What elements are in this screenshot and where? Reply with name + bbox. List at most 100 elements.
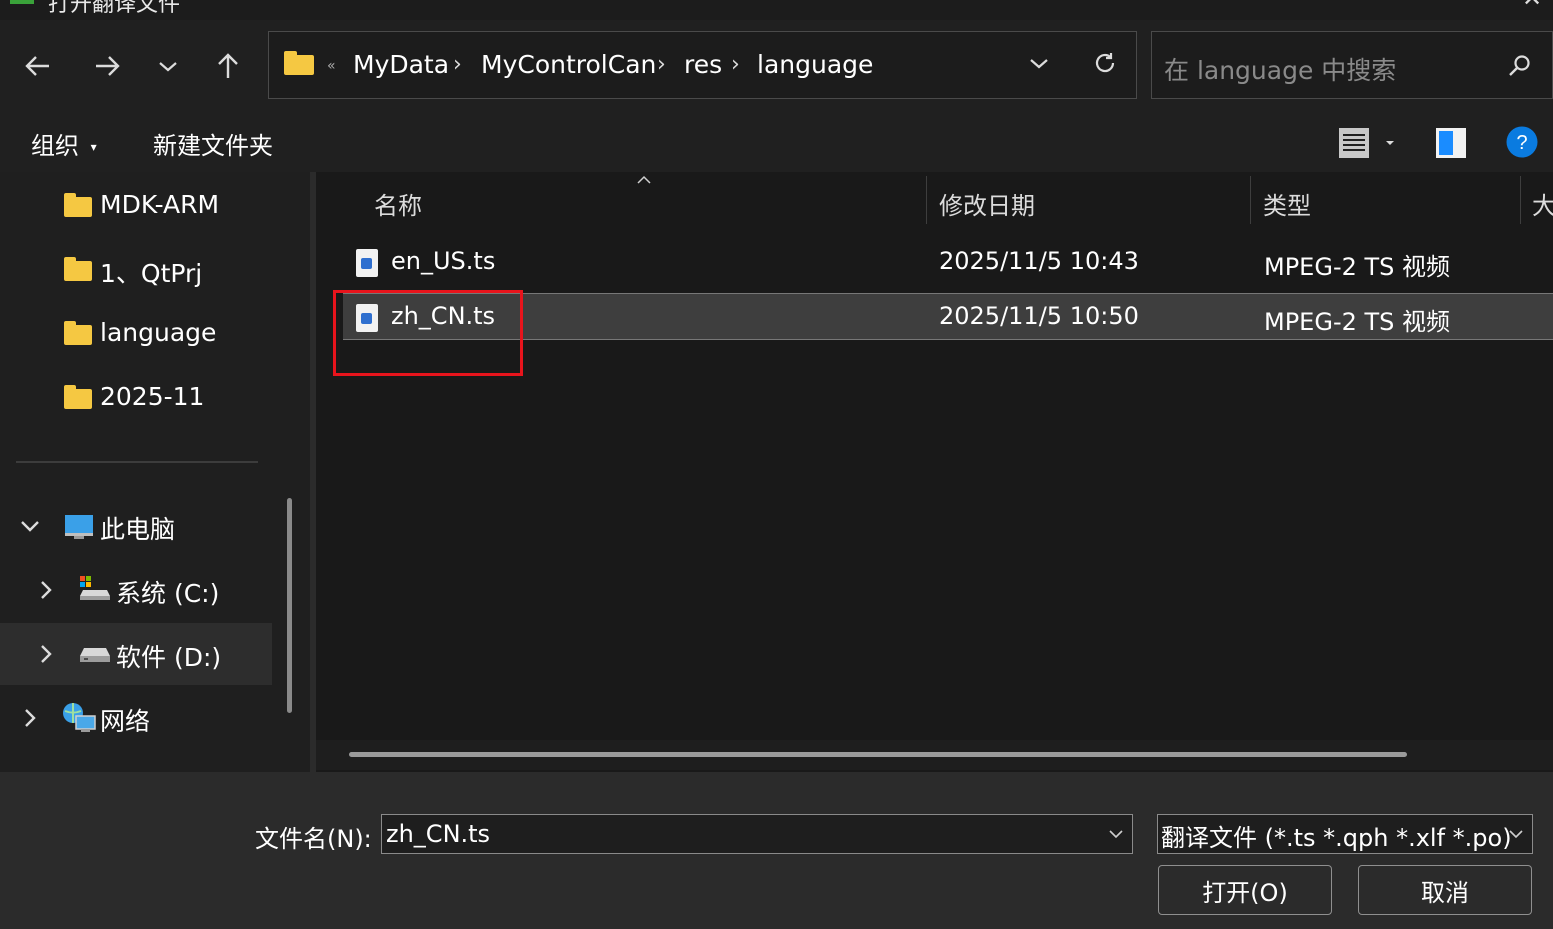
- sidebar-item-label: 1、QtPrj: [100, 259, 203, 288]
- new-folder-button[interactable]: 新建文件夹: [153, 126, 273, 161]
- refresh-icon: [1095, 53, 1115, 73]
- close-icon[interactable]: ✕: [1522, 0, 1542, 12]
- organize-label: 组织: [31, 132, 79, 160]
- ts-file-icon: [356, 249, 378, 277]
- breadcrumb-language[interactable]: language: [757, 50, 873, 79]
- column-header-type[interactable]: 类型: [1263, 186, 1311, 221]
- filename-label: 文件名(N):: [255, 825, 372, 853]
- breadcrumb-mydata[interactable]: MyData: [353, 50, 449, 79]
- forward-button[interactable]: [85, 44, 129, 88]
- drive-icon: [80, 648, 110, 662]
- file-type: MPEG-2 TS 视频: [1264, 308, 1451, 336]
- sidebar-scrollbar[interactable]: [287, 498, 292, 713]
- expand-this-pc-toggle[interactable]: [18, 514, 42, 542]
- sidebar-item-label: 此电脑: [100, 515, 176, 544]
- search-input[interactable]: 在 language 中搜索: [1164, 51, 1396, 87]
- preview-pane-icon: [1436, 128, 1466, 158]
- horizontal-scrollbar[interactable]: [349, 752, 1407, 757]
- folder-icon: [64, 321, 92, 345]
- sidebar-item-2025-11[interactable]: 2025-11: [64, 382, 274, 412]
- column-header-name[interactable]: 名称: [374, 186, 422, 221]
- expand-network-toggle[interactable]: [18, 706, 42, 734]
- arrow-up-icon: [218, 53, 238, 78]
- sidebar-item-label: 网络: [100, 707, 151, 736]
- expand-drive-c-toggle[interactable]: [34, 578, 58, 606]
- preview-pane-button[interactable]: [1435, 127, 1467, 163]
- sidebar-item-language[interactable]: language: [64, 318, 274, 348]
- help-icon: ?: [1506, 126, 1538, 158]
- highlight-annotation-box: [333, 290, 523, 376]
- file-type: MPEG-2 TS 视频: [1264, 253, 1451, 281]
- arrow-left-icon: [25, 56, 49, 76]
- sidebar-item-network[interactable]: 网络: [62, 702, 262, 736]
- breadcrumb-res[interactable]: res: [684, 50, 722, 79]
- folder-icon: [284, 55, 314, 75]
- search-icon[interactable]: [1507, 53, 1533, 83]
- sidebar-item-drive-d[interactable]: 软件 (D:): [80, 640, 270, 672]
- sidebar-item-label: 系统 (C:): [116, 579, 220, 608]
- breadcrumb-separator[interactable]: ›: [731, 52, 740, 77]
- sidebar-item-label: 2025-11: [100, 382, 205, 411]
- chevron-down-icon: [21, 521, 39, 532]
- file-name: en_US.ts: [391, 247, 496, 275]
- filter-dropdown-button[interactable]: [1506, 824, 1526, 848]
- filename-field[interactable]: [381, 814, 1133, 854]
- column-header-modified[interactable]: 修改日期: [939, 186, 1035, 221]
- arrow-right-icon: [96, 56, 120, 76]
- table-row-selected[interactable]: zh_CN.ts 2025/11/5 10:50 MPEG-2 TS 视频: [343, 293, 1553, 340]
- sidebar-item-label: language: [100, 318, 217, 347]
- folder-icon: [64, 193, 92, 217]
- sidebar-item-label: 软件 (D:): [116, 643, 222, 672]
- chevron-right-icon: [41, 645, 52, 663]
- chevron-right-icon: [41, 581, 52, 599]
- column-header-size[interactable]: 大: [1532, 186, 1553, 221]
- sidebar-item-this-pc[interactable]: 此电脑: [64, 512, 264, 544]
- sidebar-item-drive-c[interactable]: 系统 (C:): [80, 576, 270, 608]
- chevron-down-icon: [1509, 830, 1523, 839]
- table-row[interactable]: en_US.ts 2025/11/5 10:43 MPEG-2 TS 视频: [343, 240, 1553, 286]
- folder-icon-tab: [284, 51, 297, 57]
- column-divider[interactable]: [1250, 176, 1251, 224]
- network-icon: [63, 703, 96, 732]
- file-modified: 2025/11/5 10:50: [939, 302, 1139, 330]
- svg-text:?: ?: [1516, 132, 1527, 154]
- computer-icon: [65, 515, 93, 539]
- open-button[interactable]: 打开(O): [1158, 865, 1332, 915]
- chevron-right-icon: [25, 709, 36, 727]
- list-view-icon: [1339, 128, 1394, 158]
- recent-locations-button[interactable]: [146, 44, 190, 88]
- folder-icon: [64, 385, 92, 409]
- caret-down-icon: ▾: [90, 140, 97, 154]
- sort-ascending-icon: [636, 170, 652, 189]
- file-type-filter-value[interactable]: 翻译文件 (*.ts *.qph *.xlf *.po): [1161, 818, 1512, 853]
- organize-button[interactable]: 组织 ▾: [31, 126, 97, 161]
- sidebar-item-qtprj[interactable]: 1、QtPrj: [64, 257, 274, 288]
- refresh-button[interactable]: [1092, 50, 1118, 80]
- help-button[interactable]: ?: [1506, 126, 1538, 162]
- folder-icon: [64, 257, 92, 281]
- chevron-down-icon: [159, 62, 177, 72]
- file-modified: 2025/11/5 10:43: [939, 247, 1139, 275]
- expand-drive-d-toggle[interactable]: [34, 642, 58, 670]
- app-icon: [10, 0, 34, 4]
- back-button[interactable]: [16, 44, 60, 88]
- chevron-down-icon: [1109, 830, 1123, 839]
- address-history-button[interactable]: [1027, 52, 1051, 80]
- breadcrumb-separator[interactable]: ›: [657, 52, 666, 77]
- breadcrumb-separator[interactable]: ›: [453, 52, 462, 77]
- up-button[interactable]: [206, 44, 250, 88]
- sidebar-item-label: MDK-ARM: [100, 190, 220, 219]
- cancel-button[interactable]: 取消: [1358, 865, 1532, 915]
- system-drive-icon: [80, 576, 110, 600]
- filename-dropdown-button[interactable]: [1106, 824, 1126, 848]
- sidebar-item-mdk-arm[interactable]: MDK-ARM: [64, 190, 274, 220]
- column-divider[interactable]: [1520, 176, 1521, 224]
- sidebar-divider: [16, 461, 258, 463]
- window-title: 打开翻译文件: [48, 0, 181, 17]
- filename-value[interactable]: zh_CN.ts: [386, 820, 490, 848]
- address-overflow[interactable]: «: [327, 58, 336, 74]
- view-options-button[interactable]: [1338, 127, 1400, 163]
- breadcrumb-mycontrolcan[interactable]: MyControlCan: [481, 50, 656, 79]
- column-divider[interactable]: [926, 176, 927, 224]
- chevron-down-icon: [1030, 59, 1048, 69]
